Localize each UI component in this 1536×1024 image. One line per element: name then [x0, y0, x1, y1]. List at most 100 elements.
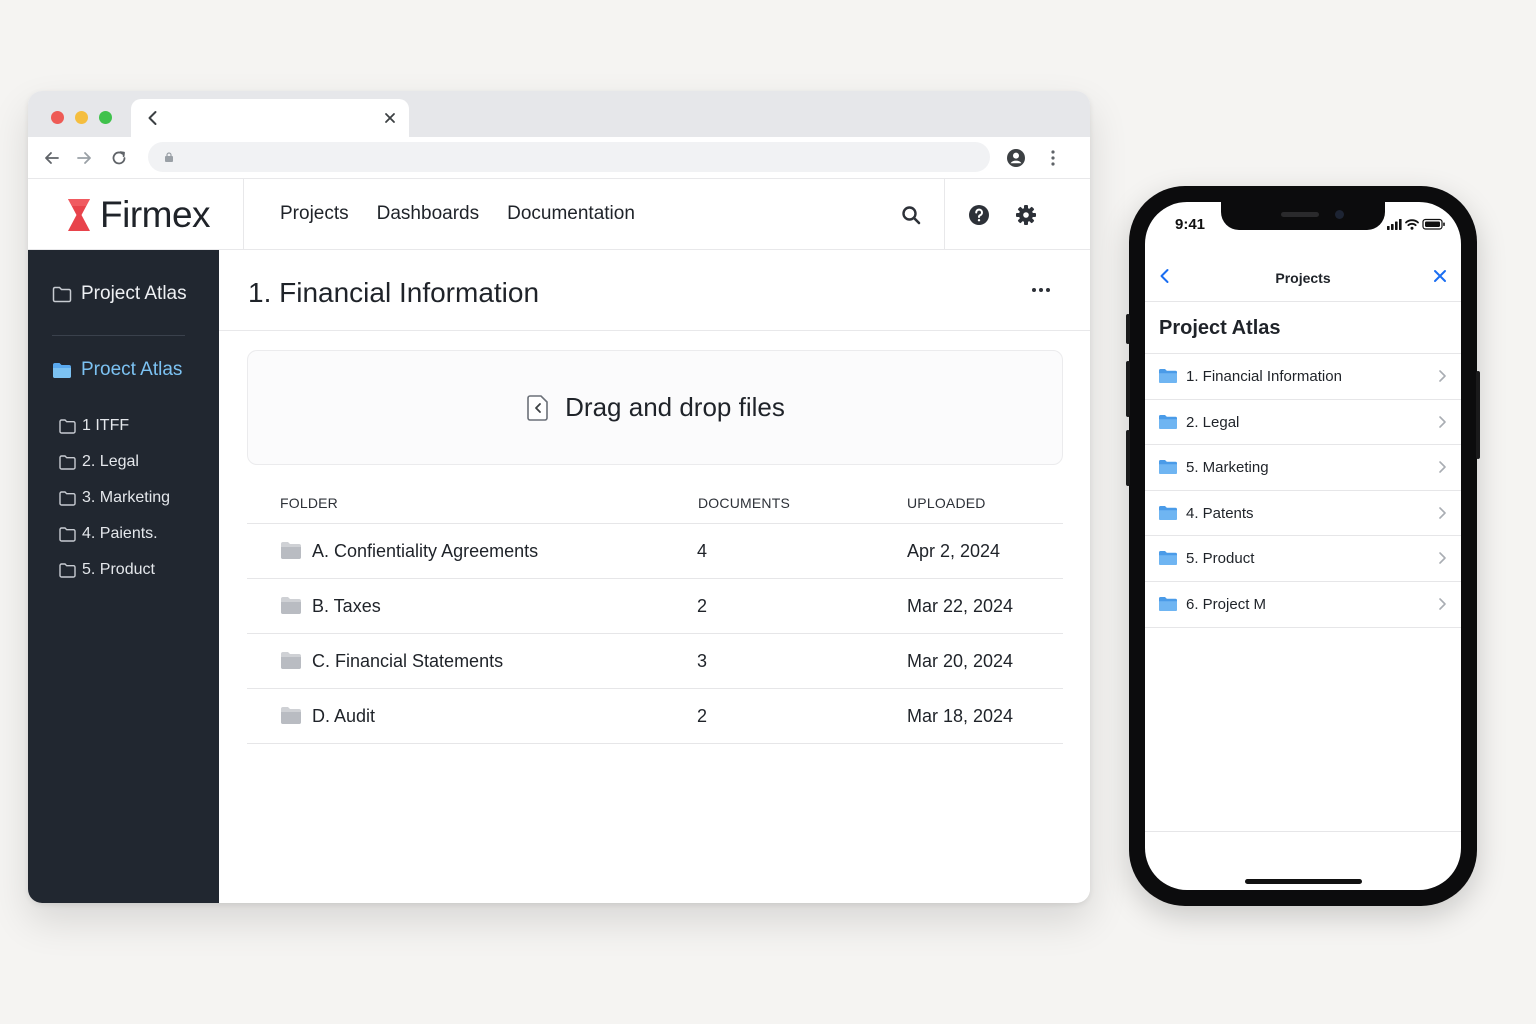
folder-icon	[1159, 596, 1177, 611]
gear-icon[interactable]	[1015, 204, 1037, 226]
column-header-documents[interactable]: DOCUMENTS	[698, 495, 790, 511]
profile-icon[interactable]	[1006, 148, 1026, 168]
list-item[interactable]: 2. Legal	[1145, 400, 1461, 446]
sidebar-item-patents[interactable]: 4. Paients.	[59, 516, 170, 552]
firmex-logo[interactable]: Firmex	[66, 194, 211, 235]
nav-projects[interactable]: Projects	[280, 203, 349, 225]
folder-table: FOLDER DOCUMENTS UPLOADED A. Confiential…	[247, 480, 1063, 744]
nav-documentation[interactable]: Documentation	[507, 203, 635, 225]
sidebar-divider	[52, 335, 185, 336]
list-item-label: 5. Product	[1186, 550, 1255, 568]
list-item-label: 1. Financial Information	[1186, 368, 1342, 385]
folder-icon	[281, 652, 301, 669]
folder-icon	[1159, 505, 1177, 520]
wifi-icon	[1405, 219, 1419, 230]
minimize-window-button[interactable]	[75, 111, 88, 124]
phone-nav-title: Projects	[1275, 270, 1331, 286]
chevron-right-icon	[1439, 552, 1446, 565]
front-camera	[1335, 210, 1344, 219]
folder-icon	[1159, 369, 1177, 383]
sidebar-item-marketing[interactable]: 3. Marketing	[59, 480, 170, 516]
row-folder-name: A. Confientiality Agreements	[312, 541, 539, 561]
nav-dashboards[interactable]: Dashboards	[377, 203, 479, 225]
sidebar: Project Atlas Proect Atlas 1 ITFF 2. Leg…	[28, 250, 219, 903]
help-icon[interactable]	[968, 204, 990, 226]
sidebar-project-root[interactable]: Project Atlas	[52, 283, 187, 305]
phone-nav-bar: Projects	[1145, 252, 1461, 302]
folder-outline-icon	[59, 562, 76, 578]
chevron-right-icon	[1439, 461, 1446, 473]
sidebar-item-label: 2. Legal	[82, 453, 139, 470]
folder-outline-icon	[59, 526, 76, 542]
more-horizontal-icon[interactable]	[1029, 282, 1053, 298]
browser-tab[interactable]	[131, 99, 409, 137]
home-indicator[interactable]	[1245, 879, 1362, 884]
folder-outline-icon	[59, 454, 76, 470]
address-bar[interactable]	[148, 142, 990, 172]
column-header-folder[interactable]: FOLDER	[280, 495, 338, 511]
browser-window: Firmex Projects Dashboards Documentation	[28, 91, 1090, 903]
list-item-label: 5. Marketing	[1186, 459, 1269, 477]
table-row[interactable]: A. Confientiality Agreements 4 Apr 2, 20…	[247, 524, 1063, 579]
folder-icon	[1159, 414, 1177, 429]
chevron-right-icon	[1439, 598, 1446, 610]
phone-volume-up	[1126, 361, 1130, 417]
row-folder-name: B. Taxes	[312, 596, 381, 616]
back-arrow-icon[interactable]	[42, 148, 62, 168]
folder-outline-icon	[52, 286, 72, 302]
row-document-count: 4	[697, 541, 708, 561]
table-row[interactable]: C. Financial Statements 3 Mar 20, 2024	[247, 634, 1063, 689]
title-divider	[219, 330, 1090, 331]
sidebar-item-legal[interactable]: 2. Legal	[59, 444, 170, 480]
sidebar-item-label: 4. Paients.	[82, 525, 158, 542]
row-upload-date: Mar 22, 2024	[907, 596, 1014, 616]
chevron-right-icon	[1439, 415, 1446, 428]
list-item[interactable]: 4. Patents	[1145, 491, 1461, 537]
row-document-count: 2	[697, 596, 708, 616]
close-icon[interactable]	[1433, 269, 1447, 283]
upload-file-icon	[527, 394, 548, 421]
row-document-count: 2	[697, 706, 708, 726]
close-window-button[interactable]	[51, 111, 64, 124]
phone-heading-row: Project Atlas	[1145, 302, 1461, 354]
list-item[interactable]: 5. Product	[1145, 536, 1461, 582]
page-title: 1. Financial Information	[248, 277, 540, 308]
column-header-uploaded[interactable]: UPLOADED	[907, 495, 986, 511]
phone-volume-down	[1126, 430, 1130, 486]
folder-icon	[281, 707, 301, 724]
folder-icon	[1159, 551, 1177, 566]
sidebar-active-project[interactable]: Proect Atlas	[52, 359, 182, 381]
phone-device: 9:41 Projects Project Atlas 1. Financial…	[1126, 186, 1480, 906]
dropzone-label: Drag and drop files	[565, 392, 785, 422]
more-vertical-icon[interactable]	[1043, 148, 1063, 168]
sidebar-item-itff[interactable]: 1 ITFF	[59, 408, 170, 444]
hourglass-logo-icon	[68, 199, 90, 231]
list-item[interactable]: 1. Financial Information	[1145, 354, 1461, 400]
phone-power-button	[1476, 371, 1480, 459]
sidebar-item-product[interactable]: 5. Product	[59, 552, 170, 588]
main-nav: Projects Dashboards Documentation	[280, 203, 635, 225]
sidebar-item-label: 3. Marketing	[82, 489, 171, 506]
table-row[interactable]: D. Audit 2 Mar 18, 2024	[247, 689, 1063, 744]
row-folder-name: D. Audit	[312, 706, 376, 726]
chevron-right-icon	[1439, 370, 1446, 382]
sidebar-item-label: 1 ITFF	[82, 417, 130, 434]
list-item[interactable]: 6. Project M	[1145, 582, 1461, 628]
list-item[interactable]: 5. Marketing	[1145, 445, 1461, 491]
row-upload-date: Mar 18, 2024	[907, 706, 1014, 726]
close-tab-icon[interactable]	[381, 109, 399, 127]
maximize-window-button[interactable]	[99, 111, 112, 124]
app-header: Firmex Projects Dashboards Documentation	[28, 179, 1090, 250]
speaker-grille	[1281, 212, 1319, 217]
search-icon[interactable]	[900, 204, 922, 226]
phone-screen: 9:41 Projects Project Atlas 1. Financial…	[1145, 202, 1461, 890]
chevron-left-icon[interactable]	[143, 108, 163, 128]
list-item-label: 6. Project M	[1186, 595, 1267, 613]
forward-arrow-icon[interactable]	[74, 148, 94, 168]
row-upload-date: Mar 20, 2024	[907, 651, 1014, 671]
table-row[interactable]: B. Taxes 2 Mar 22, 2024	[247, 579, 1063, 634]
battery-icon	[1422, 218, 1445, 230]
file-dropzone[interactable]: Drag and drop files	[247, 350, 1063, 465]
reload-icon[interactable]	[109, 148, 129, 168]
phone-mute-switch	[1126, 314, 1130, 344]
